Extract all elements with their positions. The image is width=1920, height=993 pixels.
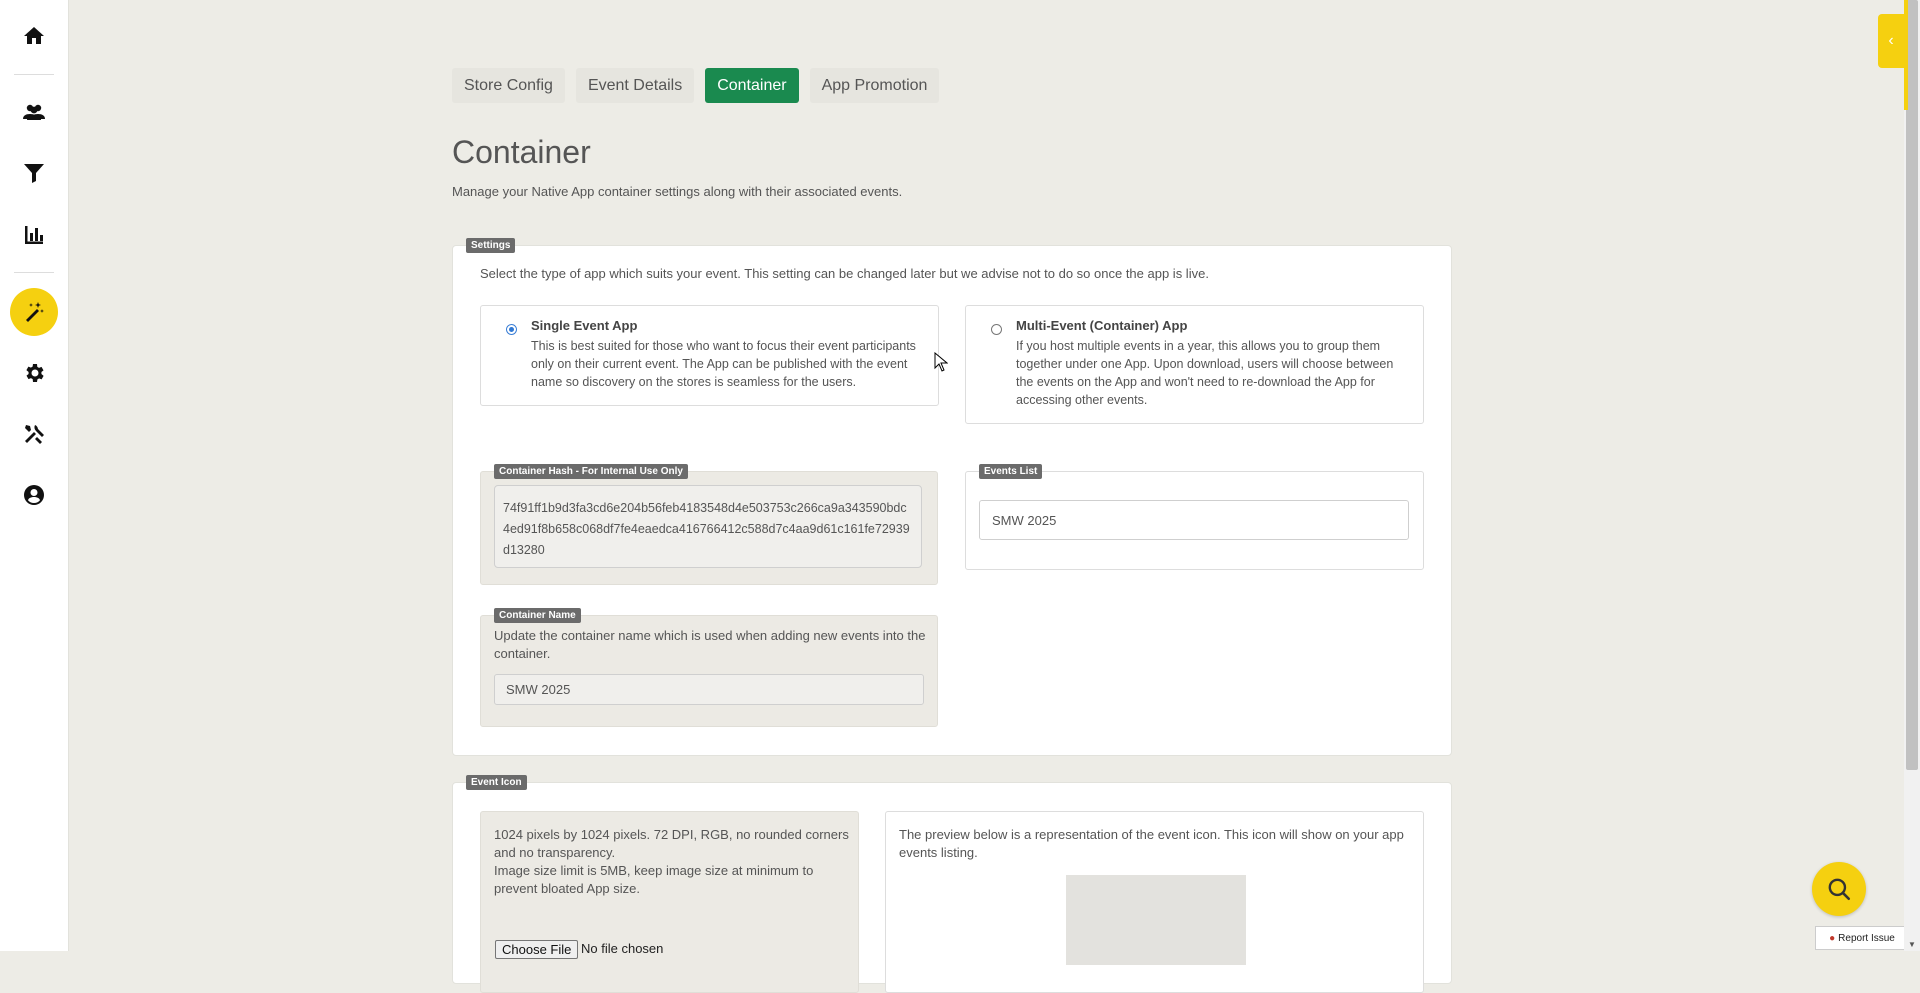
search-icon — [1828, 878, 1851, 901]
option-description: This is best suited for those who want t… — [531, 339, 916, 389]
single-event-radio[interactable] — [506, 324, 517, 335]
scrollbar-thumb[interactable] — [1906, 0, 1918, 770]
icon-preview-image — [1066, 875, 1246, 965]
events-list-legend: Events List — [979, 464, 1043, 479]
multi-event-option[interactable]: Multi-Event (Container) App If you host … — [965, 305, 1424, 424]
home-icon[interactable] — [18, 20, 50, 52]
container-name-input[interactable]: SMW 2025 — [494, 674, 924, 705]
magic-wand-icon[interactable] — [10, 288, 58, 336]
page-description: Manage your Native App container setting… — [452, 184, 903, 199]
bar-chart-icon[interactable] — [18, 219, 50, 251]
container-hash-field[interactable]: 74f91ff1b9d3fa3cd6e204b56feb4183548d4e50… — [494, 485, 922, 568]
gear-icon[interactable] — [18, 357, 50, 389]
sidebar-divider — [14, 272, 54, 273]
settings-legend: Settings — [466, 238, 516, 253]
sidebar-divider — [14, 74, 54, 75]
icon-preview-panel: The preview below is a representation of… — [885, 811, 1424, 993]
chevron-left-icon[interactable]: ‹ — [1878, 14, 1904, 68]
events-list-field[interactable]: SMW 2025 — [979, 500, 1409, 540]
tab-event-details[interactable]: Event Details — [575, 68, 695, 103]
tab-store-config[interactable]: Store Config — [452, 68, 565, 103]
icon-requirements: 1024 pixels by 1024 pixels. 72 DPI, RGB,… — [494, 827, 849, 896]
bug-icon: ● — [1829, 932, 1836, 944]
option-title: Single Event App — [531, 318, 638, 333]
tools-icon[interactable] — [18, 418, 50, 450]
option-title: Multi-Event (Container) App — [1016, 318, 1188, 333]
icon-upload-panel: 1024 pixels by 1024 pixels. 72 DPI, RGB,… — [480, 811, 859, 993]
multi-event-radio[interactable] — [991, 324, 1002, 335]
settings-intro: Select the type of app which suits your … — [480, 266, 1209, 281]
user-circle-icon[interactable] — [18, 479, 50, 511]
event-icon-legend: Event Icon — [466, 775, 527, 790]
sidebar — [0, 0, 69, 951]
settings-panel: Settings Select the type of app which su… — [452, 238, 1452, 756]
choose-file-button[interactable]: Choose File — [495, 940, 579, 959]
tab-container[interactable]: Container — [705, 68, 799, 103]
page-title: Container — [452, 134, 591, 170]
report-issue-button[interactable]: ● Report Issue — [1815, 926, 1909, 950]
report-issue-label: Report Issue — [1838, 932, 1895, 944]
single-event-option[interactable]: Single Event App This is best suited for… — [480, 305, 939, 406]
tab-bar: Store Config Event Details Container App… — [452, 68, 940, 103]
container-name-legend: Container Name — [494, 608, 581, 623]
scroll-accent — [1904, 0, 1908, 110]
filter-icon[interactable] — [18, 157, 50, 189]
scrollbar[interactable]: ▼ — [1904, 0, 1920, 951]
event-icon-panel: Event Icon 1024 pixels by 1024 pixels. 7… — [452, 775, 1452, 993]
no-file-label: No file chosen — [581, 941, 664, 956]
events-list-panel: Events List SMW 2025 — [965, 464, 1424, 570]
option-description: If you host multiple events in a year, t… — [1016, 339, 1394, 407]
icon-preview-text: The preview below is a representation of… — [899, 827, 1404, 860]
scroll-down-icon[interactable]: ▼ — [1908, 940, 1916, 949]
container-name-panel: Container Name Update the container name… — [480, 608, 938, 727]
users-icon[interactable] — [18, 96, 50, 128]
search-button[interactable] — [1812, 862, 1866, 916]
container-name-help: Update the container name which is used … — [494, 628, 926, 661]
container-hash-legend: Container Hash - For Internal Use Only — [494, 464, 688, 479]
tab-app-promotion[interactable]: App Promotion — [809, 68, 940, 103]
container-hash-panel: Container Hash - For Internal Use Only 7… — [480, 464, 938, 585]
